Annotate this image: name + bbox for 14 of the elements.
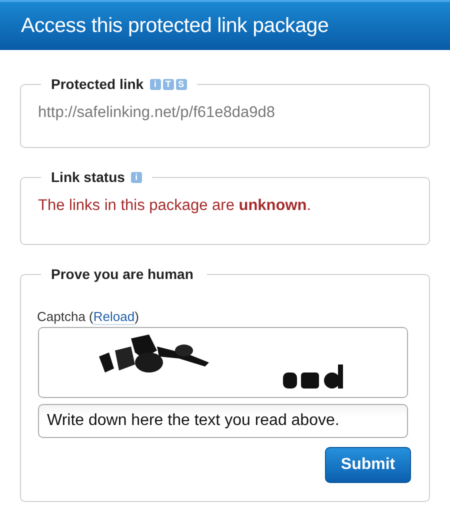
panel-title: Prove you are human [51, 266, 194, 282]
info-badge[interactable]: i [130, 172, 142, 182]
panel-title: Protected link [51, 76, 144, 92]
reload-link[interactable]: Reload [93, 309, 135, 325]
status-message: The links in this package are unknown. [38, 196, 312, 216]
link-url: http://safelinking.net/p/f61e8da9d8 [38, 103, 276, 123]
answer-field[interactable]: Write down here the text you read above. [38, 404, 408, 438]
info-badge[interactable]: S [176, 78, 187, 90]
submit-button[interactable]: Submit [325, 447, 411, 483]
info-badge[interactable]: T [162, 78, 174, 90]
info-badge[interactable]: i [150, 78, 161, 90]
page-title: Access this protected link package [21, 14, 329, 38]
captcha-label: Captcha (Reload) [37, 308, 140, 324]
panel-title: Link status [51, 169, 125, 185]
